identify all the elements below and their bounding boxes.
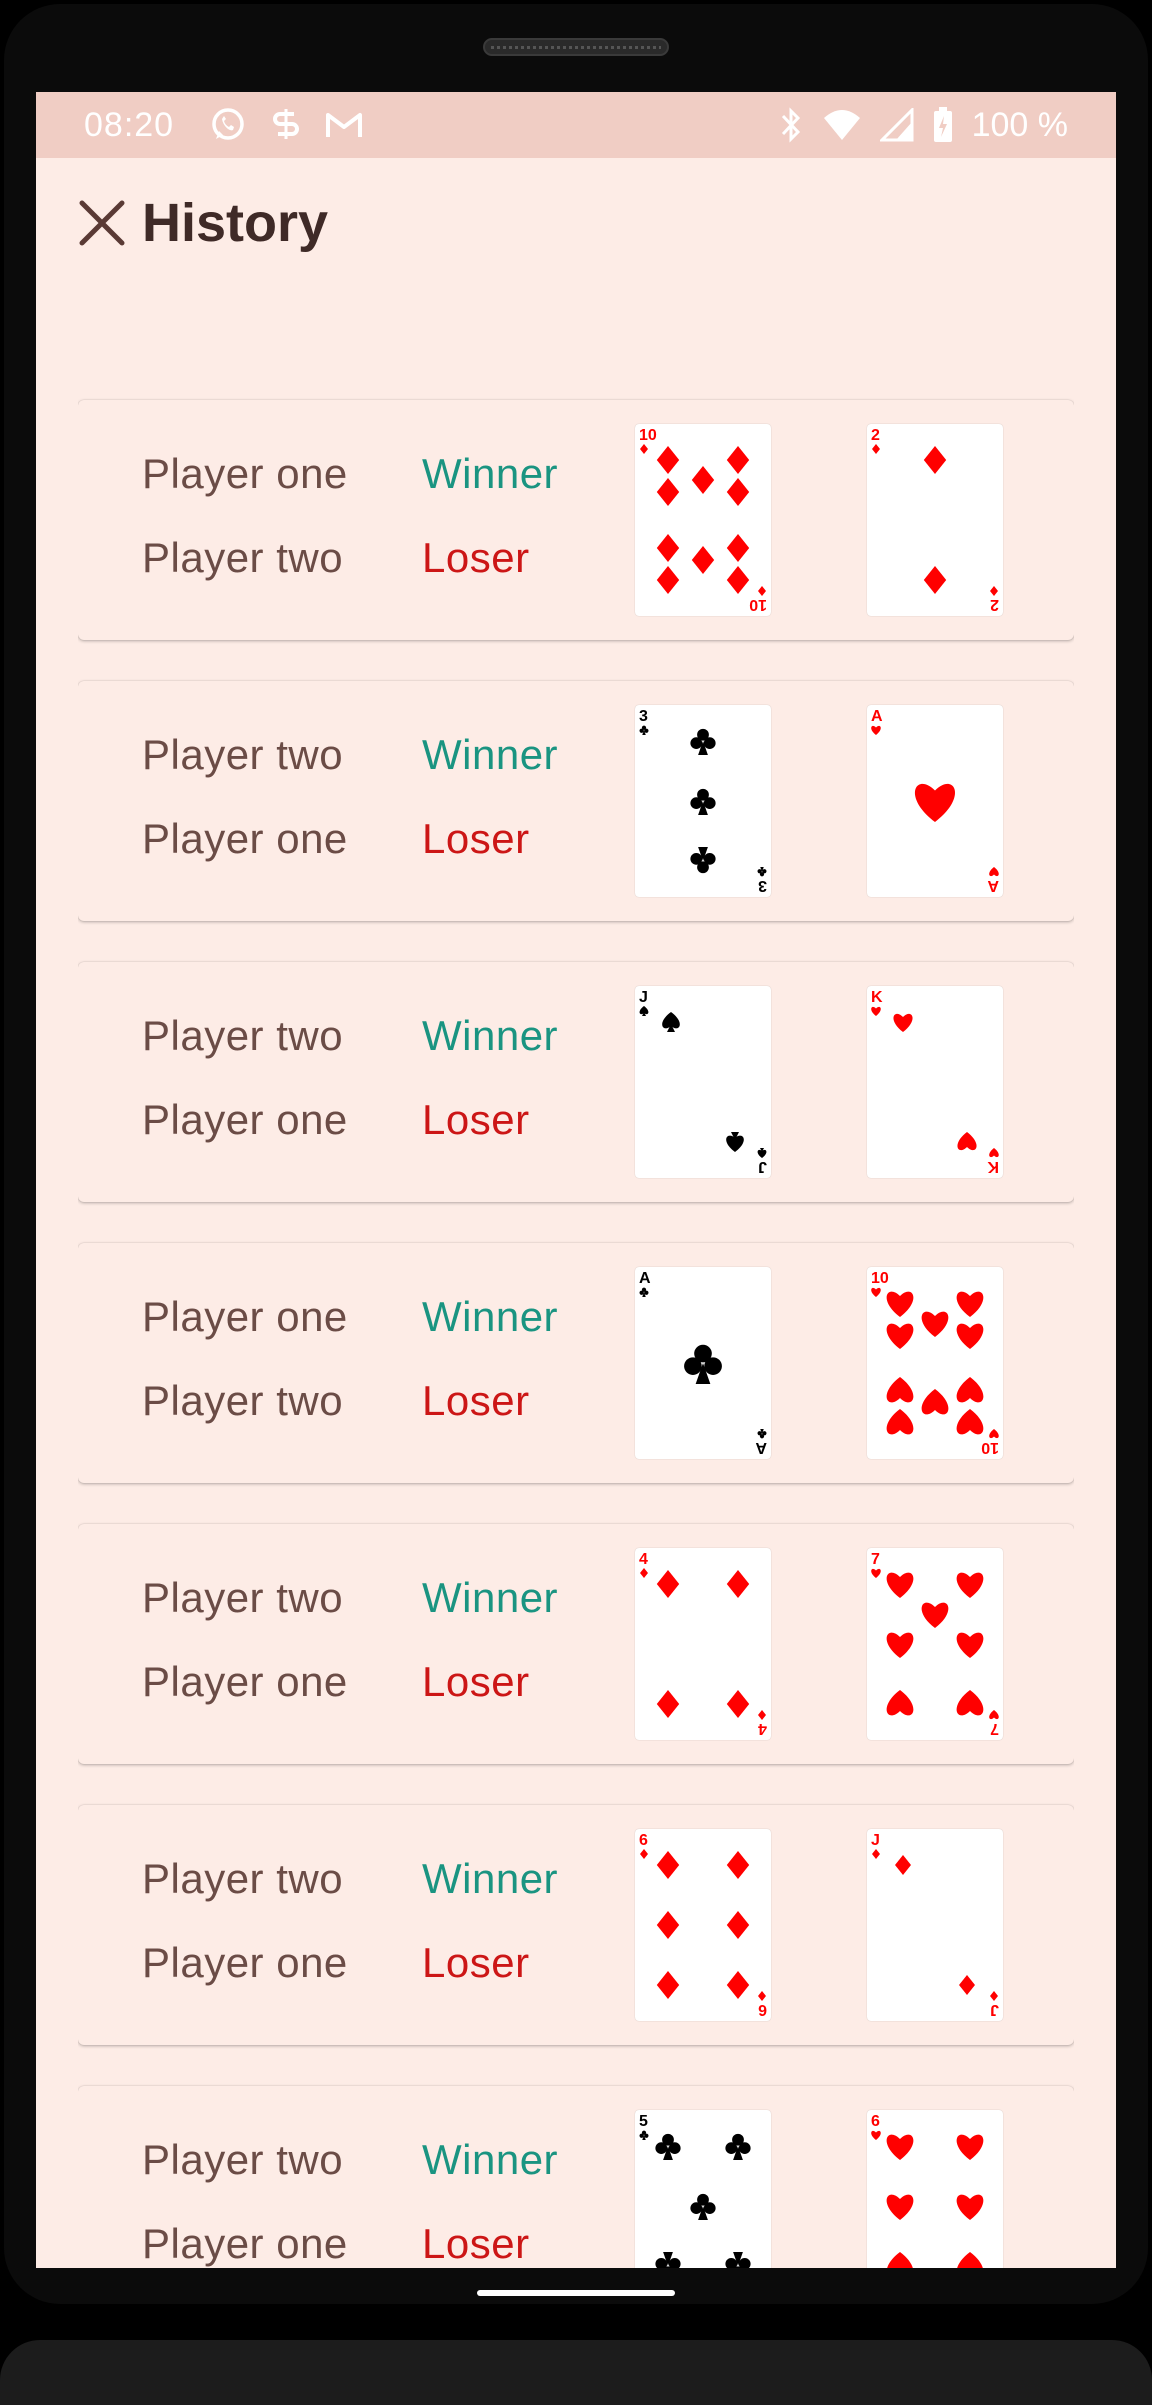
history-item: Player one Winner Player two Loser 10 10 2 2 bbox=[78, 400, 1074, 640]
playing-card: 22 bbox=[867, 424, 1003, 616]
signal-icon bbox=[879, 108, 914, 142]
winner-player-name: Player two bbox=[142, 1855, 344, 1902]
winner-label: Winner bbox=[422, 1855, 559, 1902]
screen: 08:20 100 % History Player one Winner Pl… bbox=[36, 92, 1116, 2268]
svg-text:2: 2 bbox=[871, 427, 880, 444]
playing-card: JJ bbox=[635, 986, 771, 1178]
svg-text:A: A bbox=[639, 1270, 651, 1287]
winner-player-name: Player two bbox=[142, 1574, 344, 1621]
svg-text:6: 6 bbox=[758, 2001, 767, 2018]
history-item: Player one Winner Player two Loser A A 10 10 bbox=[78, 1243, 1074, 1483]
winner-label: Winner bbox=[422, 450, 559, 497]
earpiece-speaker bbox=[483, 38, 669, 56]
bluetooth-icon bbox=[778, 106, 804, 144]
loser-player-name: Player two bbox=[142, 1377, 344, 1424]
history-item: Player two Winner Player one Loser 6 6 J J bbox=[78, 1805, 1074, 2045]
loser-label: Loser bbox=[422, 815, 530, 862]
loser-label: Loser bbox=[422, 534, 530, 581]
svg-text:K: K bbox=[987, 1158, 999, 1175]
loser-label: Loser bbox=[422, 1377, 530, 1424]
winner-player-name: Player two bbox=[142, 731, 344, 778]
loser-label: Loser bbox=[422, 1658, 530, 1705]
svg-text:J: J bbox=[758, 1158, 767, 1175]
svg-text:J: J bbox=[639, 989, 648, 1006]
battery-percent: 100 % bbox=[971, 105, 1068, 144]
page-title: History bbox=[142, 193, 329, 253]
winner-label: Winner bbox=[422, 1293, 559, 1340]
winner-label: Winner bbox=[422, 2136, 559, 2183]
winner-player-name: Player one bbox=[142, 450, 348, 497]
playing-card: AA bbox=[635, 1267, 771, 1459]
svg-text:A: A bbox=[871, 708, 883, 725]
winner-label: Winner bbox=[422, 1012, 559, 1059]
device-frame: 08:20 100 % History Player one Winner Pl… bbox=[0, 0, 1152, 2405]
svg-text:K: K bbox=[871, 989, 883, 1006]
winner-label: Winner bbox=[422, 1574, 559, 1621]
svg-text:10: 10 bbox=[639, 427, 657, 444]
playing-card: 66 bbox=[867, 2110, 1003, 2268]
svg-text:J: J bbox=[990, 2001, 999, 2018]
svg-text:7: 7 bbox=[871, 1551, 880, 1568]
svg-text:J: J bbox=[871, 1832, 880, 1849]
close-button[interactable] bbox=[72, 193, 132, 253]
device-chin bbox=[0, 2340, 1152, 2405]
svg-text:10: 10 bbox=[871, 1270, 889, 1287]
loser-player-name: Player one bbox=[142, 1658, 348, 1705]
loser-label: Loser bbox=[422, 1939, 530, 1986]
svg-text:4: 4 bbox=[639, 1551, 648, 1568]
loser-label: Loser bbox=[422, 1096, 530, 1143]
playing-card: AA bbox=[867, 705, 1003, 897]
sync-app-icon bbox=[270, 106, 302, 144]
gmail-icon bbox=[324, 109, 364, 141]
loser-label: Loser bbox=[422, 2220, 530, 2267]
history-list[interactable]: Player one Winner Player two Loser 10 10 2 2 Pla… bbox=[78, 308, 1074, 2268]
playing-card: 44 bbox=[635, 1548, 771, 1740]
notification-icons bbox=[208, 105, 364, 145]
playing-card: JJ bbox=[867, 1829, 1003, 2021]
wifi-icon bbox=[822, 108, 862, 142]
playing-card: 33 bbox=[635, 705, 771, 897]
status-bar: 08:20 100 % bbox=[36, 92, 1116, 158]
playing-card: 55 bbox=[635, 2110, 771, 2268]
svg-text:3: 3 bbox=[758, 877, 767, 894]
svg-text:7: 7 bbox=[990, 1720, 999, 1737]
app-bar: History bbox=[36, 158, 1116, 288]
history-item: Player two Winner Player one Loser 55 66 bbox=[78, 2086, 1074, 2268]
gesture-nav-handle[interactable] bbox=[477, 2290, 675, 2296]
winner-player-name: Player one bbox=[142, 1293, 348, 1340]
svg-text:10: 10 bbox=[749, 596, 767, 613]
svg-text:10: 10 bbox=[981, 1439, 999, 1456]
svg-text:5: 5 bbox=[639, 2113, 648, 2130]
playing-card: 10 10 bbox=[867, 1267, 1003, 1459]
history-item: Player two Winner Player one Loser 3 3 A A bbox=[78, 681, 1074, 921]
playing-card: 66 bbox=[635, 1829, 771, 2021]
svg-text:3: 3 bbox=[639, 708, 648, 725]
system-icons: 100 % bbox=[778, 106, 1068, 145]
whatsapp-icon bbox=[208, 105, 248, 145]
playing-card: 77 bbox=[867, 1548, 1003, 1740]
svg-text:4: 4 bbox=[758, 1720, 767, 1737]
svg-text:2: 2 bbox=[990, 596, 999, 613]
status-time: 08:20 bbox=[84, 105, 175, 144]
svg-text:6: 6 bbox=[639, 1832, 648, 1849]
svg-text:A: A bbox=[987, 877, 999, 894]
svg-text:A: A bbox=[755, 1439, 767, 1456]
loser-player-name: Player two bbox=[142, 534, 344, 581]
history-item: Player two Winner Player one Loser J J K K bbox=[78, 962, 1074, 1202]
winner-label: Winner bbox=[422, 731, 559, 778]
close-icon bbox=[79, 200, 125, 246]
history-item: Player two Winner Player one Loser 4 4 7 7 bbox=[78, 1524, 1074, 1764]
playing-card: 10 10 bbox=[635, 424, 771, 616]
battery-icon bbox=[932, 106, 954, 144]
svg-text:6: 6 bbox=[871, 2113, 880, 2130]
winner-player-name: Player two bbox=[142, 1012, 344, 1059]
playing-card: KK bbox=[867, 986, 1003, 1178]
winner-player-name: Player two bbox=[142, 2136, 344, 2183]
loser-player-name: Player one bbox=[142, 2220, 348, 2267]
loser-player-name: Player one bbox=[142, 815, 348, 862]
loser-player-name: Player one bbox=[142, 1939, 348, 1986]
loser-player-name: Player one bbox=[142, 1096, 348, 1143]
